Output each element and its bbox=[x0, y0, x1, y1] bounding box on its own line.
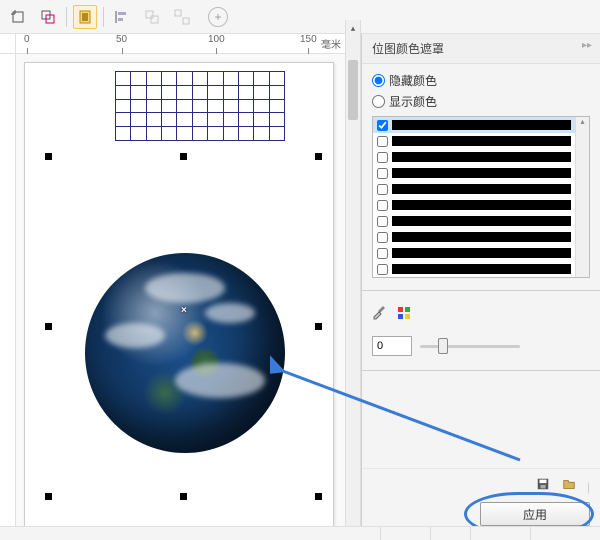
scroll-up-icon[interactable]: ▴ bbox=[346, 20, 360, 36]
grid-shape[interactable] bbox=[115, 71, 285, 141]
edit-color-icon[interactable] bbox=[396, 305, 412, 324]
selection-handle[interactable] bbox=[315, 493, 322, 500]
color-row[interactable] bbox=[373, 261, 575, 277]
ruler-unit: 毫米 bbox=[321, 36, 341, 51]
selection-handle[interactable] bbox=[180, 493, 187, 500]
color-row[interactable] bbox=[373, 133, 575, 149]
color-swatch bbox=[392, 136, 571, 146]
scroll-thumb[interactable] bbox=[348, 60, 358, 120]
panel-title: 位图颜色遮罩 ▸▸ bbox=[362, 34, 600, 64]
color-row[interactable] bbox=[373, 165, 575, 181]
color-mask-panel: 位图颜色遮罩 ▸▸ 隐藏颜色 显示颜色 ▴ bbox=[361, 34, 600, 540]
color-swatch bbox=[392, 120, 571, 130]
show-color-radio-input[interactable] bbox=[372, 95, 385, 108]
color-row-checkbox[interactable] bbox=[377, 152, 388, 163]
show-color-label: 显示颜色 bbox=[389, 93, 437, 110]
color-row[interactable] bbox=[373, 197, 575, 213]
tolerance-slider[interactable] bbox=[420, 336, 590, 356]
color-row[interactable] bbox=[373, 229, 575, 245]
color-swatch bbox=[392, 216, 571, 226]
apply-button[interactable]: 应用 bbox=[480, 502, 590, 526]
crop-icon[interactable] bbox=[6, 5, 30, 29]
color-row-checkbox[interactable] bbox=[377, 248, 388, 259]
color-row-checkbox[interactable] bbox=[377, 184, 388, 195]
selection-handle[interactable] bbox=[45, 153, 52, 160]
color-swatch bbox=[392, 200, 571, 210]
color-swatch bbox=[392, 264, 571, 274]
show-color-radio[interactable]: 显示颜色 bbox=[372, 93, 590, 110]
color-row-checkbox[interactable] bbox=[377, 216, 388, 227]
color-swatch bbox=[392, 248, 571, 258]
color-row-checkbox[interactable] bbox=[377, 168, 388, 179]
color-row-checkbox[interactable] bbox=[377, 232, 388, 243]
tolerance-input[interactable] bbox=[372, 336, 412, 356]
ruler-origin bbox=[0, 34, 16, 54]
color-row-checkbox[interactable] bbox=[377, 200, 388, 211]
color-row[interactable] bbox=[373, 117, 575, 133]
hide-color-label: 隐藏颜色 bbox=[389, 72, 437, 89]
panel-title-label: 位图颜色遮罩 bbox=[372, 42, 444, 56]
color-row[interactable] bbox=[373, 245, 575, 261]
hide-color-radio[interactable]: 隐藏颜色 bbox=[372, 72, 590, 89]
earth-image[interactable] bbox=[85, 253, 285, 453]
color-row[interactable] bbox=[373, 181, 575, 197]
color-row-checkbox[interactable] bbox=[377, 264, 388, 275]
ruler-horizontal[interactable]: 0 50 100 150 毫米 bbox=[16, 34, 345, 54]
color-list: ▴ bbox=[372, 116, 590, 278]
selection-handle[interactable] bbox=[180, 153, 187, 160]
color-swatch bbox=[392, 232, 571, 242]
panel-collapse-icon[interactable]: ▸▸ bbox=[582, 40, 592, 51]
vertical-scrollbar[interactable]: ▴ bbox=[345, 20, 361, 540]
footer-separator: | bbox=[587, 480, 590, 494]
color-swatch bbox=[392, 168, 571, 178]
selection-handle[interactable] bbox=[45, 323, 52, 330]
ruler-tick: 0 bbox=[24, 34, 30, 45]
color-row[interactable] bbox=[373, 213, 575, 229]
ruler-tick: 50 bbox=[116, 34, 127, 45]
ruler-tick: 150 bbox=[300, 34, 317, 45]
status-bar bbox=[0, 526, 600, 540]
page[interactable]: × bbox=[24, 62, 334, 540]
color-row[interactable] bbox=[373, 149, 575, 165]
save-mask-icon[interactable] bbox=[536, 480, 553, 494]
canvas-area: 0 50 100 150 毫米 bbox=[0, 34, 345, 540]
group-icon[interactable] bbox=[140, 5, 164, 29]
selection-handle[interactable] bbox=[315, 323, 322, 330]
toolbar: + bbox=[0, 0, 600, 34]
ruler-tick: 100 bbox=[208, 34, 225, 45]
color-row-checkbox[interactable] bbox=[377, 120, 388, 131]
ungroup-icon[interactable] bbox=[170, 5, 194, 29]
add-icon[interactable]: + bbox=[208, 7, 228, 27]
canvas[interactable]: × bbox=[16, 54, 345, 540]
slider-thumb[interactable] bbox=[438, 338, 448, 354]
selection-handle[interactable] bbox=[315, 153, 322, 160]
selection-center-icon[interactable]: × bbox=[181, 305, 187, 316]
ruler-vertical[interactable] bbox=[0, 54, 16, 540]
color-row-checkbox[interactable] bbox=[377, 136, 388, 147]
color-swatch bbox=[392, 152, 571, 162]
align-left-icon[interactable] bbox=[110, 5, 134, 29]
toolbar-separator bbox=[66, 7, 67, 27]
color-swatch bbox=[392, 184, 571, 194]
selection-handle[interactable] bbox=[45, 493, 52, 500]
transform-icon[interactable] bbox=[36, 5, 60, 29]
eyedropper-icon[interactable] bbox=[372, 305, 388, 324]
color-list-scrollbar[interactable]: ▴ bbox=[575, 117, 589, 277]
open-mask-icon[interactable] bbox=[562, 480, 579, 494]
trace-icon[interactable] bbox=[73, 5, 97, 29]
hide-color-radio-input[interactable] bbox=[372, 74, 385, 87]
toolbar-separator bbox=[103, 7, 104, 27]
